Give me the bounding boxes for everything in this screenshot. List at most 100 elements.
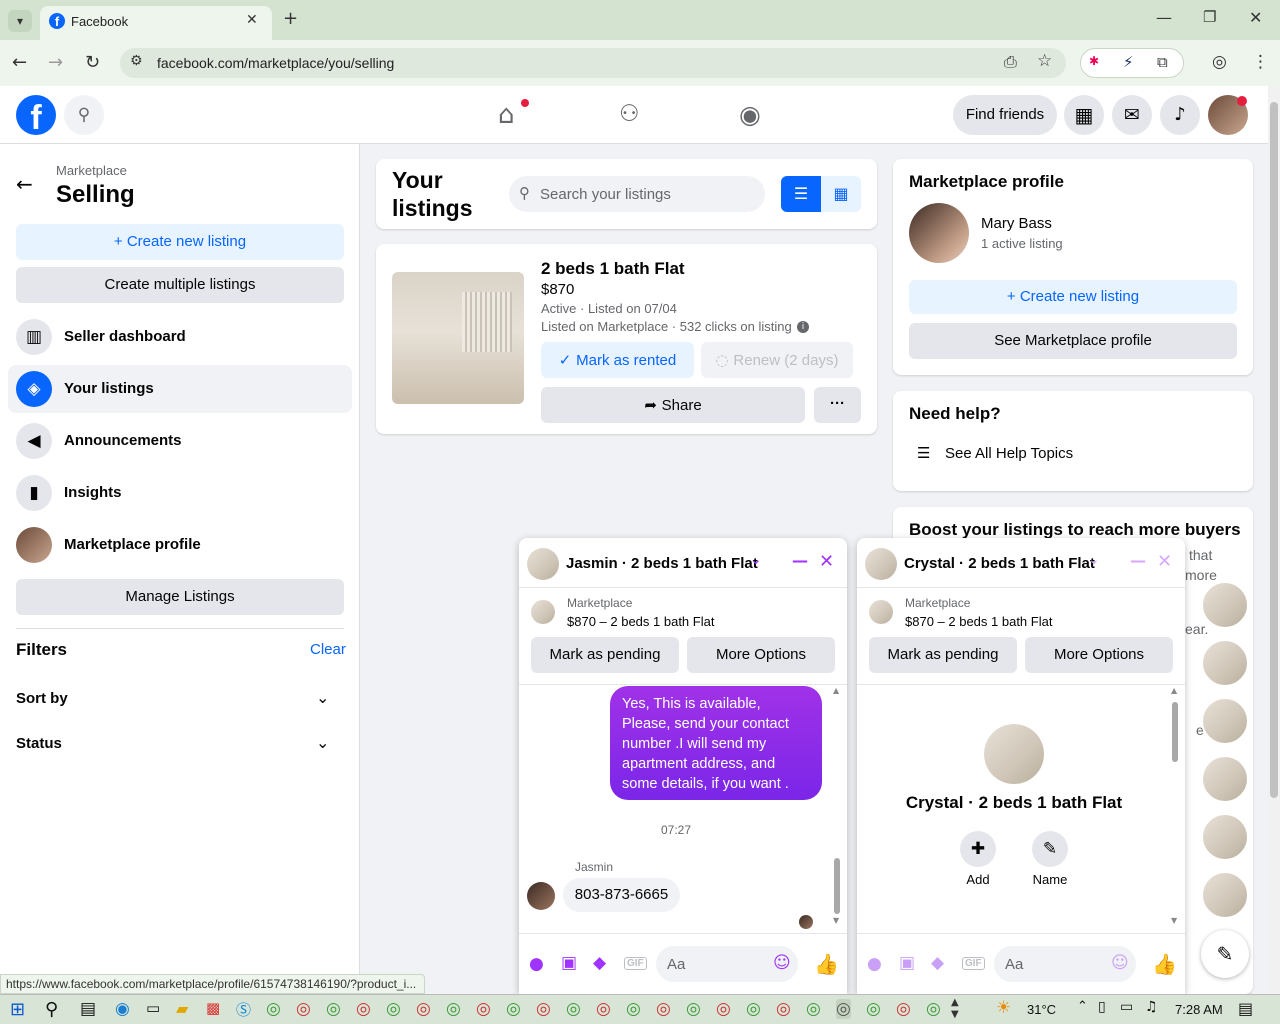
mark-as-pending-button[interactable]: Mark as pending (531, 637, 679, 673)
chrome-icon[interactable]: ◎ (356, 999, 371, 1019)
notifications-bell-icon[interactable]: ♪ (1160, 95, 1200, 135)
edit-name-icon[interactable]: ✎ (1032, 831, 1068, 867)
thumbs-up-icon[interactable]: 👍 (1152, 952, 1177, 976)
chat-head[interactable] (1201, 697, 1249, 745)
scroll-down-icon[interactable]: ▼ (833, 916, 839, 925)
find-friends-button[interactable]: Find friends (953, 95, 1057, 135)
mark-as-pending-button[interactable]: Mark as pending (869, 637, 1017, 673)
facebook-logo[interactable]: f (16, 95, 56, 137)
chat-head[interactable] (1201, 813, 1249, 861)
temperature[interactable]: 31°C (1027, 1002, 1056, 1017)
extension-icon[interactable]: ✱ (1089, 54, 1099, 68)
sticker-icon[interactable]: ◆ (931, 953, 944, 973)
grid-view-button[interactable]: ▦ (821, 176, 861, 212)
info-icon[interactable]: i (797, 321, 809, 333)
chrome-icon[interactable]: ◎ (746, 999, 761, 1019)
chrome-icon[interactable]: ◎ (566, 999, 581, 1019)
chat-head[interactable] (1201, 639, 1249, 687)
gif-icon[interactable]: GIF (624, 957, 647, 970)
install-app-icon[interactable]: ⎙ (1004, 52, 1017, 72)
sort-by-dropdown[interactable]: Sort by ⌄ (16, 684, 344, 714)
chrome-icon[interactable]: ◎ (416, 999, 431, 1019)
profile-name[interactable]: Mary Bass (981, 215, 1052, 232)
notifications-icon[interactable]: ▤ (1238, 999, 1253, 1018)
help-topics-link[interactable]: See All Help Topics (945, 445, 1073, 462)
volume-muted-icon[interactable]: ♫ (1145, 999, 1158, 1015)
chrome-icon[interactable]: ◎ (386, 999, 401, 1019)
weather-icon[interactable]: ☀ (996, 998, 1011, 1018)
bookmark-star-icon[interactable]: ☆ (1037, 51, 1052, 71)
more-options-button[interactable]: More Options (1025, 637, 1173, 673)
chrome-icon[interactable]: ◎ (686, 999, 701, 1019)
site-settings-icon[interactable]: ⚙ (130, 53, 143, 69)
message-composer[interactable]: Aa ☺ (656, 946, 798, 982)
chrome-icon[interactable]: ◎ (866, 999, 881, 1019)
share-button[interactable]: ➦ Share (541, 387, 805, 423)
chrome-icon[interactable]: ◎ (446, 999, 461, 1019)
new-tab-icon[interactable]: + (283, 8, 298, 29)
taskbar-scroll-icon[interactable]: ▲ ▼ (951, 997, 959, 1021)
renew-button[interactable]: ◌ Renew (2 days) (701, 342, 853, 378)
task-view-icon[interactable]: ▤ (80, 999, 96, 1019)
chat-scrollbar[interactable]: ▲ ▼ (1171, 686, 1179, 926)
extensions-puzzle-icon[interactable]: ⧉ (1157, 53, 1168, 71)
contact-photo[interactable] (984, 724, 1044, 784)
sidebar-item-insights[interactable]: ▮ Insights (8, 469, 352, 517)
sidebar-item-seller-dashboard[interactable]: ▥ Seller dashboard (8, 313, 352, 361)
minimize-chat-icon[interactable]: — (1130, 551, 1146, 570)
search-icon[interactable]: ⚲ (64, 95, 104, 135)
create-new-listing-button[interactable]: + Create new listing (16, 224, 344, 260)
chrome-icon[interactable]: ◎ (266, 999, 281, 1019)
photo-icon[interactable]: ▣ (561, 953, 577, 973)
microphone-icon[interactable]: ● (529, 954, 544, 974)
microphone-icon[interactable]: ● (867, 954, 882, 974)
chat-head[interactable] (1201, 581, 1249, 629)
emoji-icon[interactable]: ☺ (773, 953, 791, 973)
chrome-icon[interactable]: ◎ (536, 999, 551, 1019)
status-dropdown[interactable]: Status ⌄ (16, 729, 344, 759)
create-new-listing-button[interactable]: + Create new listing (909, 280, 1237, 314)
omnibox[interactable]: ⚙ facebook.com/marketplace/you/selling ⎙… (120, 48, 1066, 78)
create-multiple-listings-button[interactable]: Create multiple listings (16, 267, 344, 303)
list-view-button[interactable]: ☰ (781, 176, 821, 212)
chat-head[interactable] (1201, 755, 1249, 803)
scrollbar-thumb[interactable] (1270, 102, 1278, 798)
groups-icon[interactable]: ◉ (739, 100, 761, 129)
restore-window-icon[interactable]: ❐ (1203, 8, 1216, 26)
close-chat-icon[interactable]: ✕ (819, 551, 834, 572)
sidebar-item-announcements[interactable]: ◀ Announcements (8, 417, 352, 465)
chrome-icon[interactable]: ◎ (296, 999, 311, 1019)
home-icon[interactable]: ⌂ (498, 100, 515, 130)
chrome-icon[interactable]: ◎ (836, 999, 851, 1019)
add-person-icon[interactable]: ✚ (960, 831, 996, 867)
thumbs-up-icon[interactable]: 👍 (814, 952, 839, 976)
reload-icon[interactable]: ↻ (85, 52, 100, 73)
profile-icon[interactable]: ◎ (1212, 52, 1227, 72)
close-window-icon[interactable]: ✕ (1249, 8, 1262, 27)
chrome-icon[interactable]: ◎ (596, 999, 611, 1019)
clock[interactable]: 7:28 AM (1175, 1002, 1223, 1017)
edge-icon[interactable]: ◉ (115, 999, 130, 1019)
sender-avatar[interactable] (527, 882, 555, 910)
minimize-window-icon[interactable]: — (1156, 8, 1172, 27)
chrome-icon[interactable]: ◎ (776, 999, 791, 1019)
file-explorer-icon[interactable]: ▰ (176, 999, 188, 1018)
search-icon[interactable]: ⚲ (45, 999, 58, 1020)
sidebar-item-marketplace-profile[interactable]: Marketplace profile (8, 521, 352, 569)
chrome-icon[interactable]: ◎ (626, 999, 641, 1019)
listing-photo[interactable] (392, 272, 524, 404)
listing-card[interactable]: 2 beds 1 bath Flat $870 Active · Listed … (376, 244, 877, 434)
more-options-button[interactable]: ··· (814, 387, 861, 423)
forward-icon[interactable]: → (48, 52, 63, 73)
chrome-icon[interactable]: ◎ (656, 999, 671, 1019)
chevron-down-icon[interactable]: ⌄ (1088, 552, 1100, 568)
minimize-chat-icon[interactable]: — (792, 551, 808, 570)
close-tab-icon[interactable]: ✕ (246, 12, 258, 28)
emoji-icon[interactable]: ☺ (1111, 953, 1129, 973)
manage-listings-button[interactable]: Manage Listings (16, 579, 344, 615)
start-icon[interactable]: ⊞ (10, 999, 25, 1020)
chat-head[interactable] (1201, 871, 1249, 919)
tab-search-icon[interactable]: ▾ (8, 10, 32, 32)
sticker-icon[interactable]: ◆ (593, 953, 606, 973)
app-icon[interactable]: ▩ (206, 999, 220, 1017)
